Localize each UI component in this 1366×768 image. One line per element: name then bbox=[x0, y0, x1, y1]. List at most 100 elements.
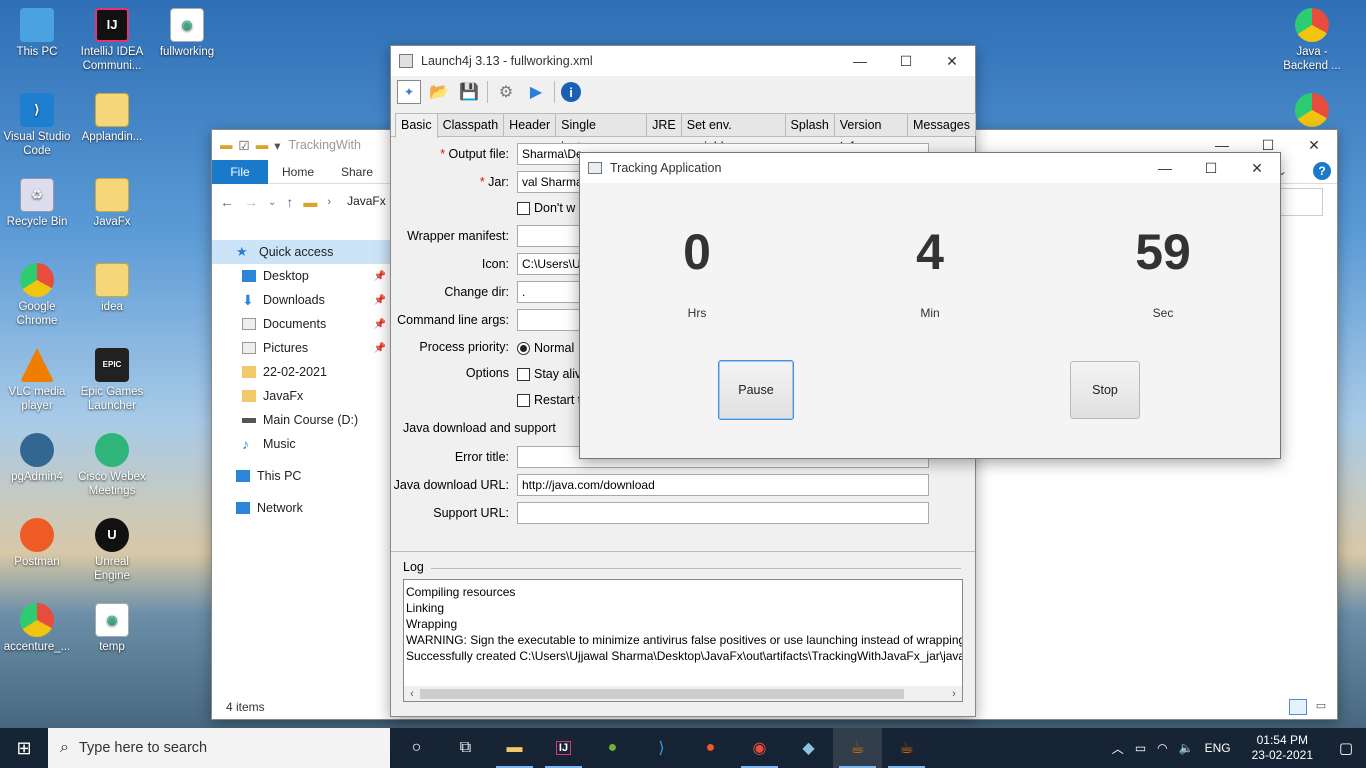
desktop-icon-idea[interactable]: idea bbox=[76, 263, 148, 314]
java-taskbar-icon-2[interactable]: ☕ bbox=[882, 728, 931, 768]
chrome-taskbar-icon[interactable]: ◉ bbox=[735, 728, 784, 768]
vscode-taskbar-icon[interactable]: ⟩ bbox=[637, 728, 686, 768]
back-arrow-icon[interactable]: ← bbox=[220, 194, 234, 210]
help-icon[interactable]: ? bbox=[1313, 162, 1331, 180]
new-file-icon[interactable]: ✦ bbox=[397, 80, 421, 104]
pin-icon[interactable]: 📌 bbox=[374, 343, 386, 354]
ribbon-tab-share[interactable]: Share bbox=[328, 160, 384, 184]
tab-splash[interactable]: Splash bbox=[784, 113, 835, 136]
save-icon[interactable]: 💾 bbox=[457, 80, 481, 104]
nav-item-downloads[interactable]: ⬇ Downloads 📌 bbox=[212, 288, 390, 312]
taskbar-search[interactable]: ⌕ Type here to search bbox=[48, 728, 390, 768]
restart-checkbox[interactable]: Restart th bbox=[517, 393, 588, 407]
nav-item-pictures[interactable]: Pictures 📌 bbox=[212, 336, 390, 360]
notification-icon[interactable]: ▢ bbox=[1334, 739, 1358, 757]
minimize-button[interactable]: — bbox=[1142, 153, 1188, 183]
desktop-icon-pgadmin[interactable]: pgAdmin4 bbox=[1, 433, 73, 484]
desktop-icon-applandin[interactable]: Applandin... bbox=[76, 93, 148, 144]
launch4j-taskbar-icon[interactable]: ◆ bbox=[784, 728, 833, 768]
chevron-down-icon[interactable]: ▾ bbox=[274, 138, 280, 153]
nav-item-documents[interactable]: Documents 📌 bbox=[212, 312, 390, 336]
tab-header[interactable]: Header bbox=[503, 113, 557, 136]
desktop-icon-vlc[interactable]: VLC media player bbox=[1, 348, 73, 413]
pause-button[interactable]: Pause bbox=[718, 360, 794, 420]
cortana-icon[interactable]: ○ bbox=[392, 728, 441, 768]
windows-start-icon[interactable]: ⊞ bbox=[0, 728, 48, 768]
stop-button[interactable]: Stop bbox=[1070, 361, 1140, 419]
desktop-icon-temp[interactable]: ◉ temp bbox=[76, 603, 148, 654]
properties-icon[interactable]: ☑ bbox=[239, 138, 250, 153]
open-folder-icon[interactable]: 📂 bbox=[427, 80, 451, 104]
volume-icon[interactable]: 🔈 bbox=[1179, 741, 1194, 755]
desktop-icon-java-backend[interactable]: Java - Backend ... bbox=[1276, 8, 1348, 73]
java-download-url-input[interactable]: http://java.com/download bbox=[517, 474, 929, 496]
tab-single-instance[interactable]: Single instance bbox=[555, 113, 648, 154]
desktop-icon-intellij[interactable]: IJ IntelliJ IDEA Communi... bbox=[76, 8, 148, 73]
desktop-icon-accenture[interactable]: accenture_... bbox=[1, 603, 73, 654]
nav-item-this-pc[interactable]: This PC bbox=[212, 464, 390, 488]
large-icons-view-icon[interactable]: ▭ bbox=[1313, 699, 1329, 715]
java-taskbar-icon[interactable]: ☕ bbox=[833, 728, 882, 768]
task-view-icon[interactable]: ⧉ bbox=[441, 728, 490, 768]
support-url-input[interactable] bbox=[517, 502, 929, 524]
play-icon[interactable]: ▶ bbox=[524, 80, 548, 104]
minimize-button[interactable]: — bbox=[837, 46, 883, 76]
scroll-left-icon[interactable]: ‹ bbox=[404, 686, 420, 702]
desktop-icon-postman[interactable]: Postman bbox=[1, 518, 73, 569]
battery-icon[interactable]: ▭ bbox=[1135, 741, 1146, 755]
desktop-icon-epic[interactable]: EPIC Epic Games Launcher bbox=[76, 348, 148, 413]
priority-normal-radio[interactable]: Normal bbox=[517, 341, 574, 355]
wifi-icon[interactable]: ◠ bbox=[1157, 741, 1167, 755]
tab-messages[interactable]: Messages bbox=[907, 113, 976, 136]
chevron-down-icon[interactable]: ⌄ bbox=[268, 197, 276, 208]
maximize-button[interactable]: ☐ bbox=[1188, 153, 1234, 183]
details-view-icon[interactable] bbox=[1289, 699, 1307, 715]
postman-taskbar-icon[interactable]: ● bbox=[686, 728, 735, 768]
close-button[interactable]: ✕ bbox=[1291, 130, 1337, 160]
maximize-button[interactable]: ☐ bbox=[883, 46, 929, 76]
close-button[interactable]: ✕ bbox=[929, 46, 975, 76]
up-arrow-icon[interactable]: ↑ bbox=[286, 194, 293, 210]
pin-icon[interactable]: 📌 bbox=[374, 319, 386, 330]
clock[interactable]: 01:54 PM 23-02-2021 bbox=[1252, 733, 1313, 763]
tab-basic[interactable]: Basic bbox=[395, 113, 438, 138]
stay-alive-checkbox[interactable]: Stay alive bbox=[517, 367, 588, 381]
tab-version-info[interactable]: Version Info bbox=[833, 113, 909, 154]
nav-item-javafx[interactable]: JavaFx bbox=[212, 384, 390, 408]
scrollbar-thumb[interactable] bbox=[420, 689, 904, 699]
forward-arrow-icon[interactable]: → bbox=[244, 194, 258, 210]
gear-icon[interactable]: ⚙ bbox=[494, 80, 518, 104]
chevron-up-icon[interactable]: ︿ bbox=[1112, 740, 1124, 757]
tab-jre[interactable]: JRE bbox=[646, 113, 682, 136]
log-textarea[interactable]: Compiling resources Linking Wrapping WAR… bbox=[403, 579, 963, 702]
scroll-right-icon[interactable]: › bbox=[946, 686, 962, 702]
nav-item-quick-access[interactable]: ★ Quick access bbox=[212, 240, 390, 264]
tab-classpath[interactable]: Classpath bbox=[436, 113, 505, 136]
desktop-icon-chrome[interactable]: Google Chrome bbox=[1, 263, 73, 328]
desktop-icon-javafx[interactable]: JavaFx bbox=[76, 178, 148, 229]
pin-icon[interactable]: 📌 bbox=[374, 295, 386, 306]
nav-item-main-course[interactable]: Main Course (D:) bbox=[212, 408, 390, 432]
ribbon-tab-home[interactable]: Home bbox=[268, 160, 328, 184]
desktop-icon-chrome-2[interactable] bbox=[1276, 93, 1348, 130]
file-explorer-taskbar-icon[interactable]: ▬ bbox=[490, 728, 539, 768]
intellij-taskbar-icon[interactable]: IJ bbox=[539, 728, 588, 768]
desktop-icon-recycle-bin[interactable]: ♻ Recycle Bin bbox=[1, 178, 73, 229]
desktop-icon-this-pc[interactable]: This PC bbox=[1, 8, 73, 59]
language-indicator[interactable]: ENG bbox=[1205, 741, 1231, 755]
nav-item-network[interactable]: Network bbox=[212, 496, 390, 520]
dont-wrap-checkbox[interactable]: Don't w bbox=[517, 201, 575, 215]
log-horizontal-scrollbar[interactable]: ‹ › bbox=[403, 686, 963, 702]
close-button[interactable]: ✕ bbox=[1234, 153, 1280, 183]
desktop-icon-vscode[interactable]: ⟩ Visual Studio Code bbox=[1, 93, 73, 158]
nav-item-desktop[interactable]: Desktop 📌 bbox=[212, 264, 390, 288]
info-icon[interactable]: i bbox=[561, 82, 581, 102]
nav-item-music[interactable]: ♪ Music bbox=[212, 432, 390, 456]
desktop-icon-unreal[interactable]: U Unreal Engine bbox=[76, 518, 148, 583]
ribbon-tab-file[interactable]: File bbox=[212, 159, 268, 184]
springboot-taskbar-icon[interactable]: ● bbox=[588, 728, 637, 768]
tab-set-env-variables[interactable]: Set env. variables bbox=[680, 113, 786, 154]
pin-icon[interactable]: 📌 bbox=[374, 271, 386, 282]
desktop-icon-webex[interactable]: Cisco Webex Meetings bbox=[76, 433, 148, 498]
desktop-icon-fullworking[interactable]: ◉ fullworking bbox=[151, 8, 223, 59]
